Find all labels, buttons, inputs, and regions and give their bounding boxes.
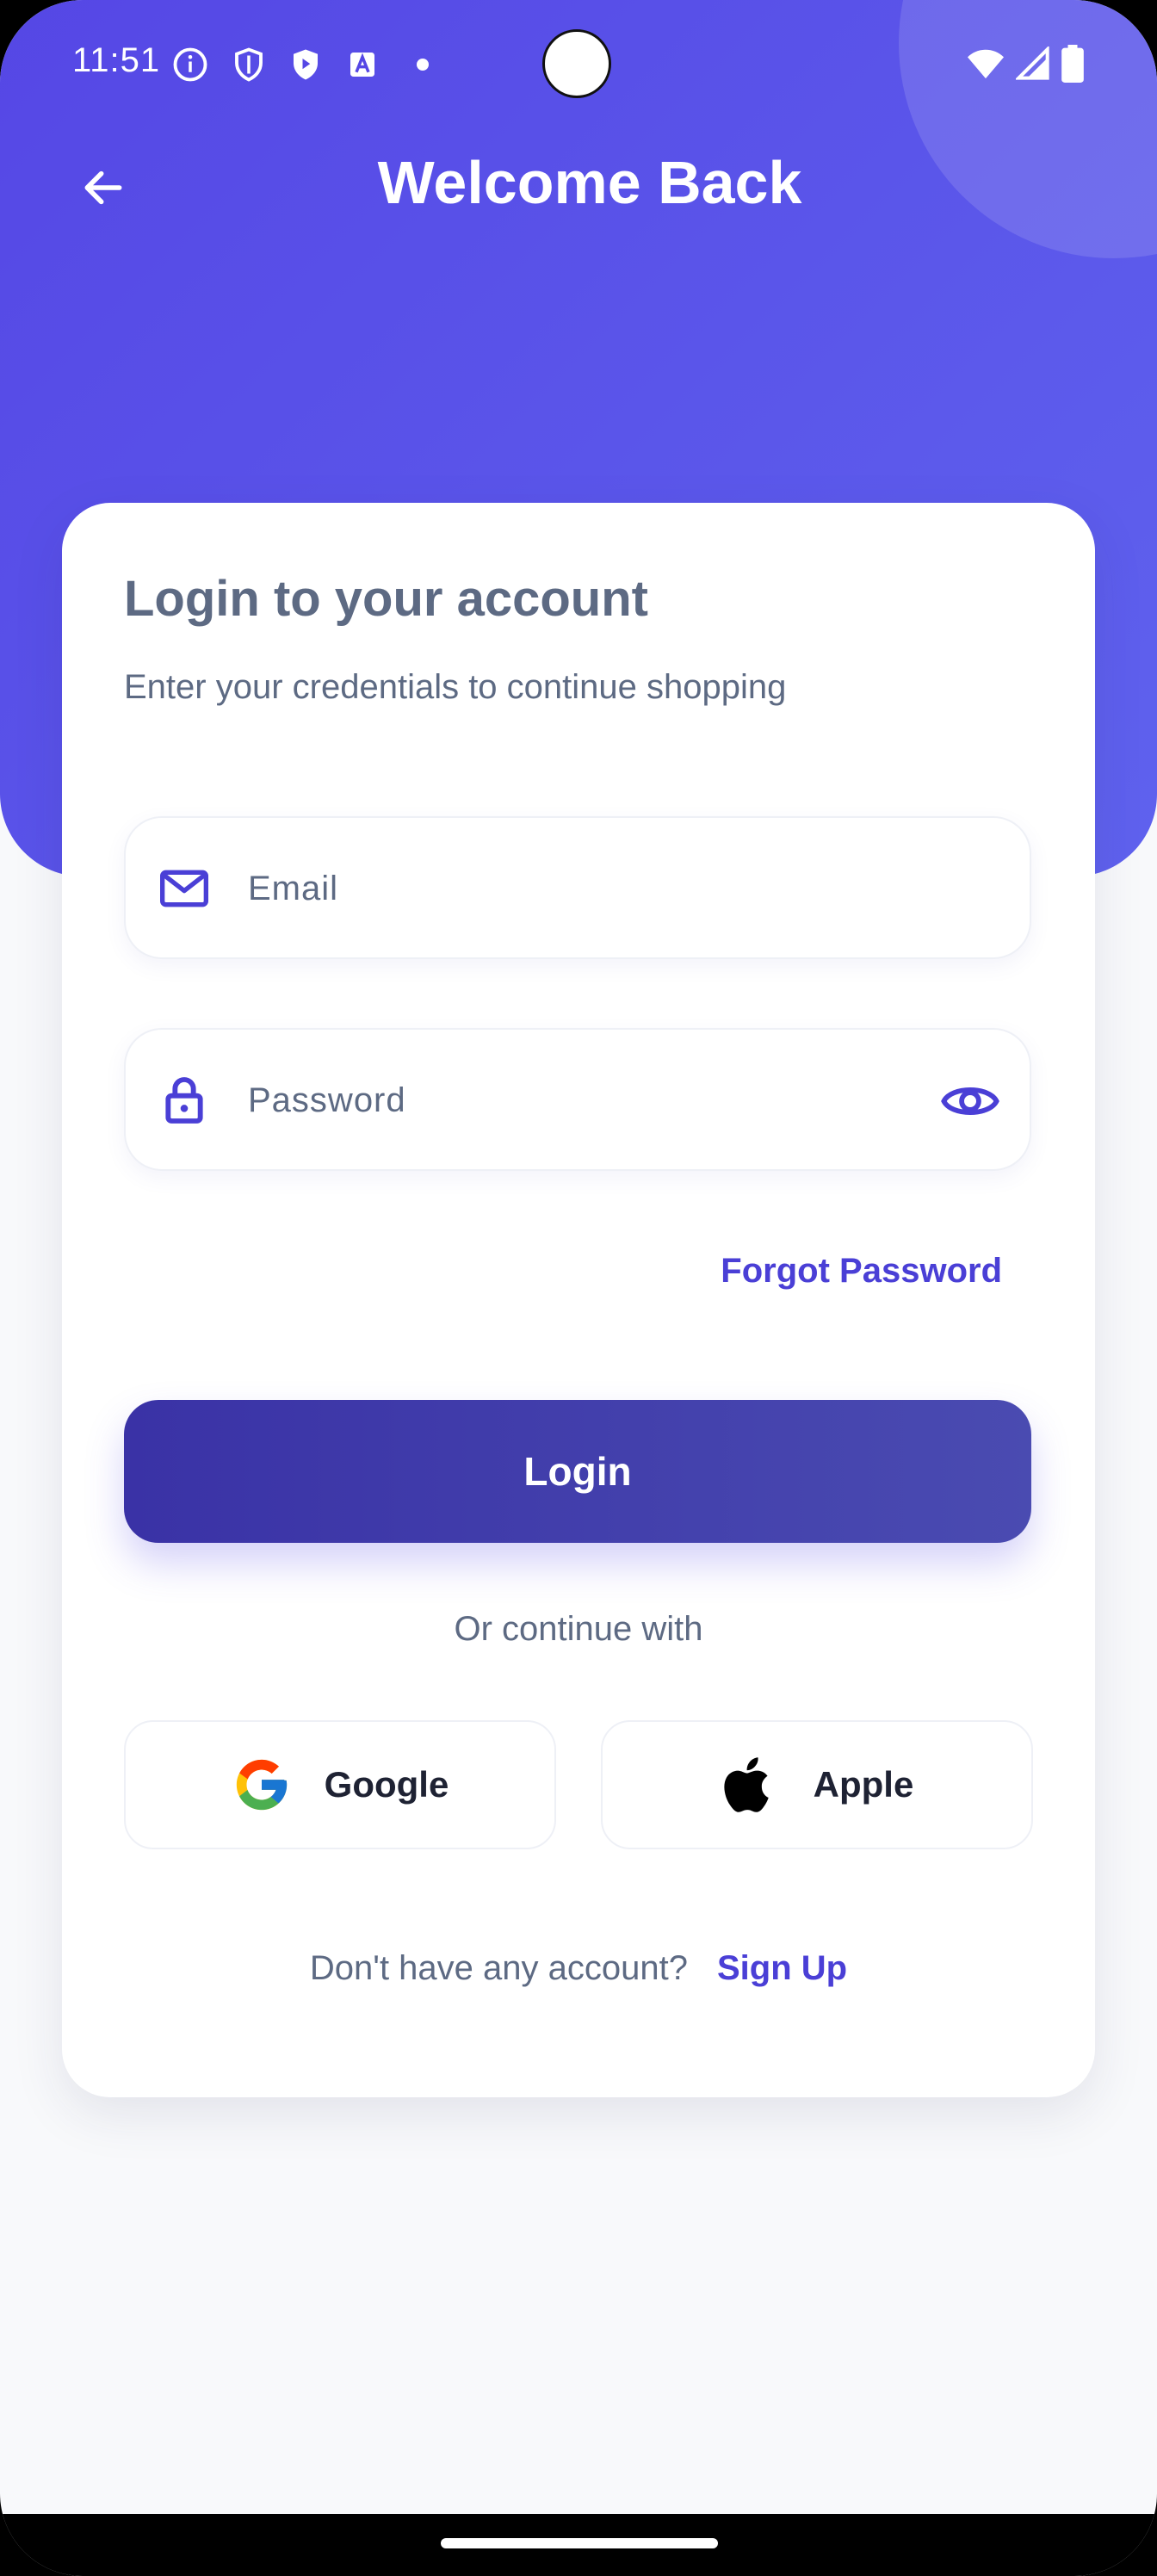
camera-cutout <box>542 29 611 98</box>
google-icon <box>236 1759 287 1811</box>
battery-icon <box>1061 45 1084 83</box>
app-screen: 11:51 Welcome Back Login to your account… <box>0 0 1157 2576</box>
play-shield-icon <box>294 49 318 80</box>
apple-button[interactable]: Apple <box>601 1720 1033 1849</box>
google-label: Google <box>324 1764 449 1805</box>
apple-icon <box>724 1757 769 1812</box>
shield-icon <box>235 47 263 82</box>
status-time: 11:51 <box>72 41 161 79</box>
google-button[interactable]: Google <box>124 1720 556 1849</box>
info-icon <box>173 47 207 82</box>
mail-icon <box>160 870 208 907</box>
signup-row: Don't have any account? Sign Up <box>62 1949 1095 1988</box>
email-input[interactable] <box>246 818 921 959</box>
signup-link[interactable]: Sign Up <box>717 1949 847 1987</box>
card-subtitle: Enter your credentials to continue shopp… <box>124 668 787 706</box>
wifi-icon <box>968 49 1004 79</box>
page-title: Welcome Back <box>377 149 802 216</box>
apple-label: Apple <box>813 1764 914 1805</box>
home-gesture-handle[interactable] <box>441 2538 718 2548</box>
status-right-icons <box>966 45 1085 83</box>
lock-icon <box>165 1077 203 1124</box>
status-bar: 11:51 <box>0 0 1157 129</box>
font-icon <box>350 53 374 77</box>
forgot-password-link[interactable]: Forgot Password <box>721 1252 1002 1291</box>
password-input[interactable] <box>246 1030 921 1171</box>
eye-icon[interactable] <box>940 1071 1000 1131</box>
login-button[interactable]: Login <box>124 1400 1031 1543</box>
dot-icon <box>417 59 429 71</box>
card-title: Login to your account <box>124 571 648 627</box>
signup-prompt: Don't have any account? <box>309 1949 688 1987</box>
email-field[interactable] <box>124 816 1031 959</box>
login-card: Login to your account Enter your credent… <box>62 503 1095 2097</box>
signal-icon <box>1016 46 1049 80</box>
divider-text: Or continue with <box>454 1610 703 1648</box>
password-field[interactable] <box>124 1028 1031 1171</box>
